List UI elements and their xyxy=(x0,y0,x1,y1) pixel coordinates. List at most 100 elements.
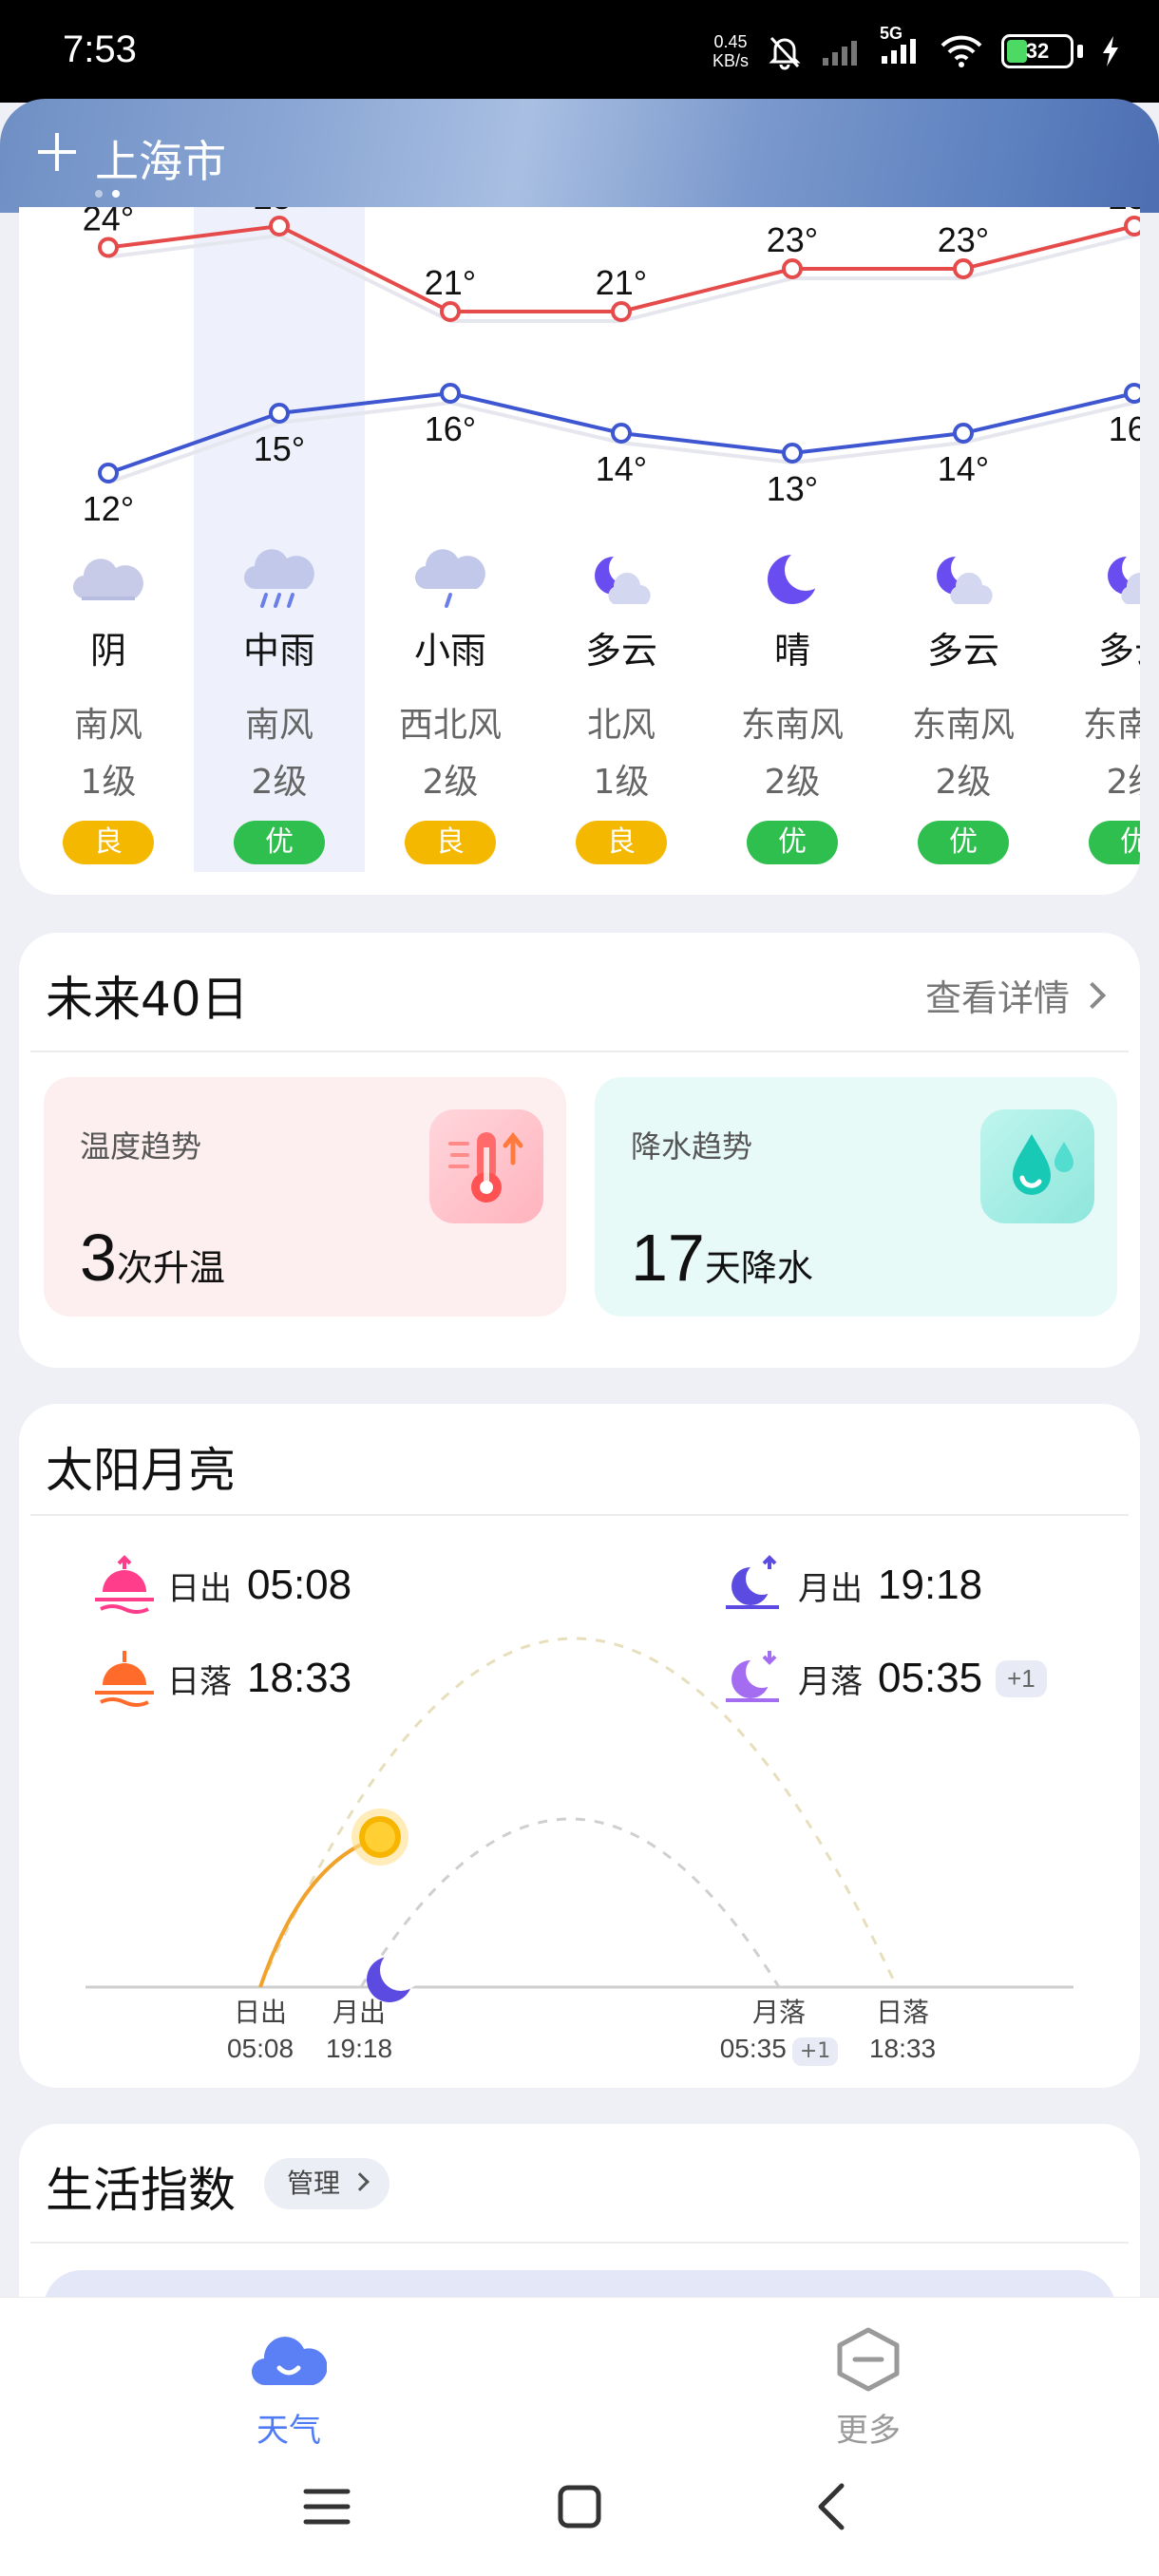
wind-level-label: 2级 xyxy=(1106,763,1140,802)
moonrise-row: 月出 19:18 xyxy=(722,1554,982,1617)
wind-direction-label: 东南风 xyxy=(911,706,1015,745)
wind-direction-label: 东南风 xyxy=(740,706,844,745)
moderate-rain-icon xyxy=(243,549,314,608)
signal-empty-icon xyxy=(823,41,857,66)
sunrise-row: 日出 05:08 xyxy=(91,1554,352,1617)
life-index-title: 生活指数 xyxy=(46,2163,236,2218)
temperature-trend-value: 3次升温 xyxy=(80,1221,225,1295)
chevron-right-icon xyxy=(351,2172,370,2191)
home-icon[interactable] xyxy=(555,2478,604,2535)
weather-cloud-icon xyxy=(251,2337,328,2386)
air-quality-badge: 优 xyxy=(234,821,325,864)
high-temp-label: 24° xyxy=(83,207,134,238)
air-quality-badge: 良 xyxy=(405,821,496,864)
high-temp-label: 21° xyxy=(425,263,476,302)
moonrise-icon xyxy=(726,1555,779,1609)
wind-level-label: 2级 xyxy=(422,763,479,802)
cloudy-night-icon xyxy=(937,552,993,604)
charging-bolt-icon xyxy=(1103,36,1118,66)
city-header: 上海市 xyxy=(0,99,1159,213)
wind-direction-label: 西北风 xyxy=(398,706,502,745)
low-temp-point xyxy=(611,423,632,444)
page-indicator xyxy=(95,190,120,198)
wind-direction-label: 东南风 xyxy=(1082,706,1140,745)
manage-button[interactable]: 管理 xyxy=(264,2158,390,2209)
wind-level-label: 1级 xyxy=(80,763,137,802)
temperature-trend-tile[interactable]: 温度趋势 3次升温 xyxy=(44,1077,566,1316)
sunset-icon xyxy=(95,1651,154,1707)
bell-muted-icon xyxy=(769,36,801,70)
wind-direction-label: 南风 xyxy=(244,706,314,745)
view-details-link[interactable]: 查看详情 xyxy=(925,969,1107,1021)
high-temp-point xyxy=(269,216,290,237)
low-temp-point xyxy=(440,383,461,404)
add-city-icon[interactable] xyxy=(38,133,76,171)
low-temp-point xyxy=(782,443,803,464)
divider xyxy=(30,2242,1129,2244)
signal-5g: 5G xyxy=(880,24,922,69)
wind-level-label: 2级 xyxy=(764,763,821,802)
low-temp-label: 14° xyxy=(596,449,647,488)
status-icons: 0.45 KB/s 5G 32 xyxy=(712,24,1121,78)
air-quality-badge: 良 xyxy=(576,821,667,864)
air-quality-badge: 优 xyxy=(747,821,838,864)
low-temp-label: 15° xyxy=(254,429,305,468)
low-temp-label: 13° xyxy=(767,469,818,508)
low-temp-point xyxy=(269,403,290,424)
wind-direction-label: 南风 xyxy=(73,706,142,745)
overcast-cloud-icon xyxy=(72,559,143,600)
precipitation-trend-tile[interactable]: 降水趋势 17天降水 xyxy=(595,1077,1117,1316)
sun-position-icon xyxy=(352,1809,408,1866)
back-icon[interactable] xyxy=(813,2478,851,2535)
battery-indicator: 32 xyxy=(1001,34,1074,68)
high-temp-label: 23° xyxy=(767,220,818,259)
battery-tip xyxy=(1077,45,1083,58)
chevron-right-icon xyxy=(1078,981,1107,1009)
high-temp-point xyxy=(98,237,119,258)
high-temp-point xyxy=(611,301,632,322)
sunrise-icon xyxy=(95,1555,154,1614)
next-day-badge: +1 xyxy=(996,1659,1047,1697)
low-temp-point xyxy=(98,463,119,483)
cloudy-night-icon xyxy=(1108,552,1140,604)
condition-label: 晴 xyxy=(773,630,810,672)
precipitation-trend-value: 17天降水 xyxy=(631,1221,813,1295)
low-temp-label: 12° xyxy=(83,489,134,528)
condition-label: 多云 xyxy=(584,630,657,672)
condition-label: 小雨 xyxy=(413,630,486,672)
sun-moon-arc-diagram xyxy=(86,1637,1074,2002)
nav-weather-tab[interactable]: 天气 xyxy=(194,2326,384,2451)
arc-moonrise-label: 月出 19:18 xyxy=(325,1997,393,2063)
low-temp-label: 14° xyxy=(938,449,989,488)
wind-level-label: 2级 xyxy=(251,763,308,802)
city-name[interactable]: 上海市 xyxy=(95,127,226,190)
condition-label: 多云 xyxy=(1097,630,1140,672)
wifi-icon xyxy=(940,35,982,67)
page-dot-active xyxy=(112,190,120,198)
high-temp-point xyxy=(1124,216,1140,237)
low-temp-label: 16° xyxy=(425,409,476,448)
high-temp-point xyxy=(782,258,803,279)
air-quality-badge: 优 xyxy=(1089,821,1140,864)
low-temp-point xyxy=(953,423,974,444)
arc-sunrise-label: 日出 05:08 xyxy=(226,1997,294,2063)
divider xyxy=(30,1051,1129,1052)
condition-label: 阴 xyxy=(89,630,126,672)
page-dot xyxy=(95,190,103,198)
moonset-row: 月落 05:35 +1 xyxy=(722,1647,1047,1710)
arc-sunset-label: 日落 18:33 xyxy=(868,1997,937,2063)
menu-icon[interactable] xyxy=(302,2478,352,2535)
status-time: 7:53 xyxy=(63,28,137,70)
network-speed: 0.45 KB/s xyxy=(712,32,749,70)
high-temp-label: 23° xyxy=(938,220,989,259)
wind-level-label: 2级 xyxy=(935,763,992,802)
nav-more-tab[interactable]: 更多 xyxy=(773,2326,963,2451)
high-temp-label: 25° xyxy=(1109,207,1140,217)
air-quality-badge: 优 xyxy=(918,821,1009,864)
bottom-navigation: 天气 更多 xyxy=(0,2297,1159,2576)
condition-label: 中雨 xyxy=(242,630,315,672)
water-drops-icon xyxy=(980,1109,1094,1223)
high-temp-label: 25° xyxy=(254,207,305,217)
wind-level-label: 1级 xyxy=(593,763,650,802)
daily-forecast-card[interactable]: 24° 12° 25° 15° 21° 16° 21° 14° 23° 13° 23° 14° 25° 1… xyxy=(19,207,1140,895)
